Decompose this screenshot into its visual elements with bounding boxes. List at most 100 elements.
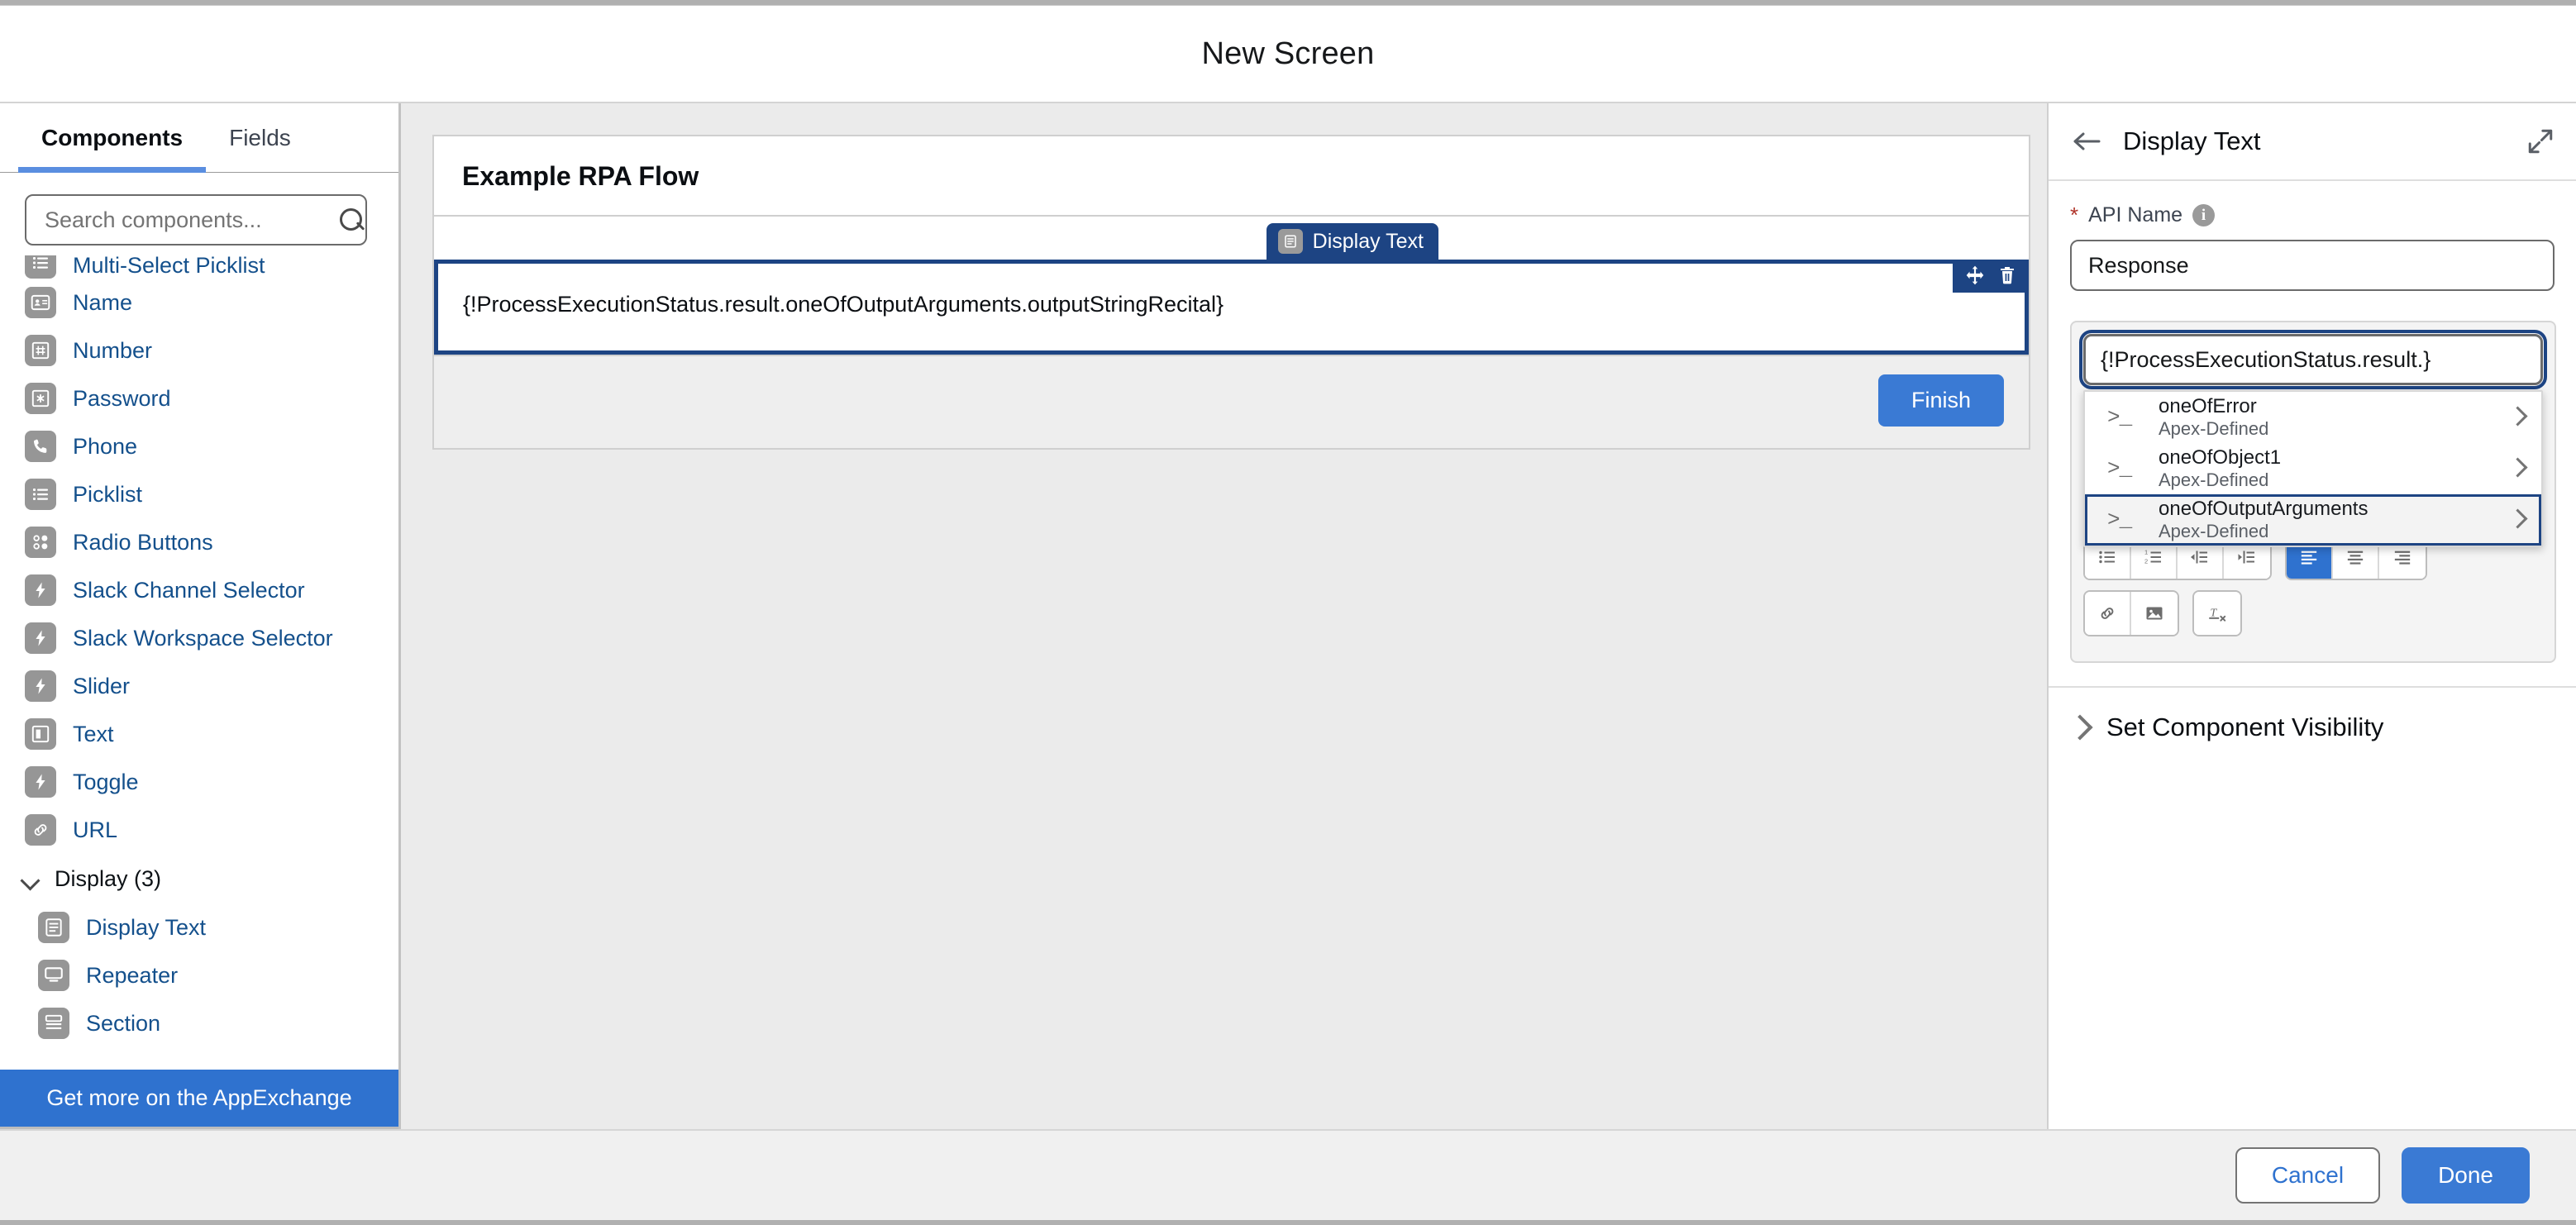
text-box-icon [25,718,56,750]
tab-fields-label: Fields [229,124,291,150]
list-item[interactable]: URL [25,806,398,854]
list-item-label: Phone [73,433,138,459]
section-icon [38,1008,69,1039]
lightning-bolt-icon [25,670,56,702]
api-name-input[interactable] [2070,240,2555,291]
dropdown-option-type: Apex-Defined [2159,469,2269,490]
list-item-label: Text [73,721,114,746]
screen-preview-card: Example RPA Flow Display Text {!ProcessE… [432,135,2030,450]
console-prompt-icon: >_ [2107,456,2132,481]
list-item[interactable]: Slack Channel Selector [25,566,398,614]
properties-title: Display Text [2123,126,2261,155]
radio-buttons-icon [25,527,56,558]
search-area [0,173,398,255]
screen-footer: Finish [434,355,2029,448]
chevron-down-icon [20,868,41,889]
list-item-label: Toggle [73,769,139,794]
list-item-label: Slider [73,673,131,698]
list-item[interactable]: Phone [25,422,398,470]
lightning-bolt-icon [25,766,56,798]
link-icon [25,814,56,846]
merge-field-dropdown[interactable]: >_ oneOfError Apex-Defined >_ oneOfObjec… [2083,390,2543,547]
list-item[interactable]: Display Text [38,903,398,951]
required-marker: * [2070,203,2079,227]
remove-formatting-button[interactable]: T [2194,592,2240,635]
lightning-bolt-icon [25,622,56,654]
insert-image-button[interactable] [2131,592,2178,635]
selected-component-tab[interactable]: Display Text [1266,223,1438,260]
list-item[interactable]: Picklist [25,470,398,518]
delete-icon[interactable] [1997,265,2017,286]
search-input[interactable] [45,207,337,233]
component-group-label: Display (3) [55,865,162,891]
number-hash-icon [25,335,56,366]
done-button[interactable]: Done [2402,1147,2530,1204]
properties-header: Display Text [2049,103,2576,181]
selected-component-tab-label: Display Text [1312,229,1424,253]
merge-field-combobox: >_ oneOfError Apex-Defined >_ on [2079,330,2547,547]
appexchange-link[interactable]: Get more on the AppExchange [0,1070,398,1129]
svg-text:T: T [2210,606,2217,619]
dropdown-option[interactable]: >_ oneOfOutputArguments Apex-Defined [2085,494,2541,546]
dropdown-option[interactable]: >_ oneOfObject1 Apex-Defined [2085,443,2541,494]
list-item[interactable]: Slack Workspace Selector [25,614,398,662]
list-item[interactable]: Number [25,327,398,374]
dropdown-option[interactable]: >_ oneOfError Apex-Defined [2085,392,2541,443]
tab-components[interactable]: Components [18,103,207,173]
arrow-left-icon[interactable] [2070,129,2103,154]
builder-body: Components Fields Multi-Select Picklis [0,103,2576,1129]
selected-component-body[interactable]: {!ProcessExecutionStatus.result.oneOfOut… [434,260,2029,355]
api-name-label: API Name [2088,203,2183,226]
list-item[interactable]: Section [38,999,398,1047]
properties-panel: Display Text * API Name i Response {!Pro… [2047,103,2576,1129]
chevron-right-icon [2509,511,2527,529]
list-item[interactable]: Toggle [25,758,398,806]
tab-components-label: Components [41,124,184,150]
console-prompt-icon: >_ [2107,405,2132,430]
api-name-field: * API Name i [2049,181,2576,299]
dropdown-option-type: Apex-Defined [2159,417,2269,439]
window-titlebar: New Screen [0,6,2576,103]
cancel-button[interactable]: Cancel [2235,1147,2381,1204]
list-item-label: Multi-Select Picklist [73,255,265,278]
list-item[interactable]: Text [25,710,398,758]
set-component-visibility-section[interactable]: Set Component Visibility [2049,686,2576,742]
tab-fields[interactable]: Fields [206,103,314,172]
component-group-display[interactable]: Display (3) [20,854,398,903]
expand-icon[interactable] [2526,127,2555,155]
toolbar-row-3: T [2083,590,2543,636]
panel-tabs: Components Fields [0,103,398,173]
list-item[interactable]: Radio Buttons [25,518,398,566]
info-icon[interactable]: i [2192,204,2216,226]
list-item-label: Password [73,385,171,411]
canvas-component-slot: Display Text {!ProcessExecutionStatus.re… [434,217,2029,355]
list-item-label: Picklist [73,481,143,507]
api-name-label-row: * API Name i [2070,203,2555,228]
lightning-bolt-icon [25,574,56,606]
display-text-icon [1277,229,1303,254]
list-item-label: Display Text [86,914,207,940]
phone-icon [25,431,56,462]
rich-text-editor: >_ oneOfError Apex-Defined >_ on [2070,321,2556,663]
list-item-label: Number [73,337,153,363]
set-component-visibility-label: Set Component Visibility [2106,713,2384,741]
list-item[interactable]: Name [25,279,398,327]
chevron-right-icon [2070,716,2088,739]
name-card-icon [25,287,56,318]
list-item[interactable]: Multi-Select Picklist [25,255,398,279]
list-item[interactable]: Repeater [38,951,398,999]
search-components-box[interactable] [25,194,367,245]
list-item[interactable]: Password [25,374,398,422]
repeater-icon [38,960,69,991]
chevron-right-icon [2509,460,2527,478]
component-list[interactable]: Multi-Select Picklist Name Number Passwo… [0,255,398,1070]
list-item-label: Repeater [86,962,179,988]
drag-handle-icon[interactable] [1964,265,1986,286]
display-text-icon [38,912,69,943]
finish-button[interactable]: Finish [1877,374,2004,427]
component-action-bar [1953,260,2029,293]
list-item[interactable]: Slider [25,662,398,710]
merge-field-input[interactable] [2079,330,2547,389]
insert-link-button[interactable] [2085,592,2131,635]
svg-text:1: 1 [2144,549,2148,556]
